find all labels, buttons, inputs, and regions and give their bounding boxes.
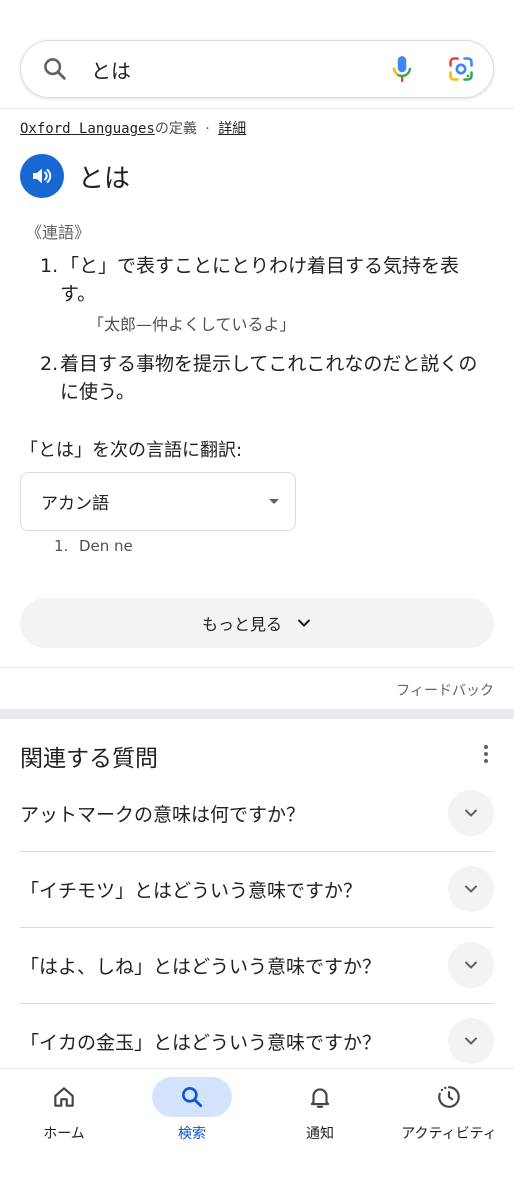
selected-language: アカン語 bbox=[41, 494, 109, 514]
speaker-icon bbox=[33, 168, 52, 184]
search-icon[interactable] bbox=[41, 55, 69, 83]
expand-button[interactable] bbox=[448, 942, 494, 988]
bottom-navigation: ホーム 検索 通知 アクティビティ bbox=[0, 1068, 514, 1200]
related-question[interactable]: アットマークの意味は何ですか？ bbox=[20, 775, 494, 851]
separator-dot: · bbox=[205, 121, 210, 137]
nav-search[interactable]: 検索 bbox=[128, 1077, 256, 1143]
chevron-down-icon bbox=[465, 885, 477, 893]
mic-icon[interactable] bbox=[389, 54, 415, 84]
lens-icon[interactable] bbox=[447, 55, 475, 83]
active-indicator bbox=[152, 1077, 232, 1117]
expand-button[interactable] bbox=[448, 866, 494, 912]
chevron-down-icon bbox=[465, 1037, 477, 1045]
question-text: 「イチモツ」とはどういう意味ですか？ bbox=[20, 879, 363, 902]
bell-icon bbox=[310, 1088, 330, 1108]
chevron-down-icon bbox=[465, 809, 477, 817]
pronunciation-button[interactable] bbox=[20, 154, 64, 198]
nav-home-label: ホーム bbox=[43, 1126, 85, 1142]
search-bar[interactable] bbox=[20, 40, 494, 98]
translation-text: Den ne bbox=[79, 537, 133, 555]
chevron-down-icon bbox=[298, 619, 310, 627]
nav-activity-label: アクティビティ bbox=[401, 1126, 497, 1142]
definition-source: Oxford Languagesの定義 · 詳細 bbox=[20, 118, 246, 138]
section-gap bbox=[0, 709, 514, 719]
expand-button[interactable] bbox=[448, 790, 494, 836]
translation-number: 1. bbox=[54, 537, 69, 555]
dropdown-caret-icon bbox=[269, 499, 279, 504]
related-question[interactable]: 「イチモツ」とはどういう意味ですか？ bbox=[20, 851, 494, 927]
home-icon bbox=[54, 1087, 74, 1107]
language-select[interactable]: アカン語 bbox=[20, 472, 296, 531]
chevron-down-icon bbox=[465, 961, 477, 969]
oxford-languages-link[interactable]: Oxford Languages bbox=[20, 121, 155, 137]
section-divider bbox=[0, 667, 514, 668]
definition-item: 1. 「と」で表すことにとりわけ着目する気持を表す。 bbox=[40, 252, 490, 308]
nav-activity[interactable]: アクティビティ bbox=[384, 1077, 514, 1143]
search-icon bbox=[182, 1087, 203, 1108]
question-text: アットマークの意味は何ですか？ bbox=[20, 803, 306, 826]
definition-text: 「と」で表すことにとりわけ着目する気持を表す。 bbox=[60, 255, 460, 305]
translation-result: 1. Den ne bbox=[54, 537, 133, 555]
definition-item: 2. 着目する事物を提示してこれこれなのだと説くのに使う。 bbox=[40, 350, 490, 406]
activity-icon bbox=[438, 1086, 460, 1108]
details-link[interactable]: 詳細 bbox=[218, 121, 246, 137]
source-suffix: の定義 bbox=[154, 121, 197, 137]
nav-notifications[interactable]: 通知 bbox=[256, 1077, 384, 1143]
question-text: 「イカの金玉」とはどういう意味ですか？ bbox=[20, 1031, 382, 1054]
expand-button[interactable] bbox=[448, 1018, 494, 1064]
header-divider bbox=[0, 108, 514, 109]
related-questions-title: 関連する質問 bbox=[20, 746, 158, 772]
nav-notifications-label: 通知 bbox=[306, 1126, 334, 1142]
definition-text: 着目する事物を提示してこれこれなのだと説くのに使う。 bbox=[60, 353, 478, 403]
feedback-link[interactable]: フィードバック bbox=[396, 680, 494, 700]
definition-list: 1. 「と」で表すことにとりわけ着目する気持を表す。 「太郎—仲よくしているよ」… bbox=[40, 252, 490, 406]
definition-example: 「太郎—仲よくしているよ」 bbox=[88, 315, 296, 334]
nav-home[interactable]: ホーム bbox=[0, 1077, 128, 1143]
nav-search-label: 検索 bbox=[178, 1126, 206, 1142]
definition-number: 2. bbox=[40, 353, 59, 375]
translate-label: 「とは」を次の言語に翻訳: bbox=[20, 440, 243, 461]
more-options-icon[interactable] bbox=[478, 742, 494, 766]
part-of-speech: 《連語》 bbox=[26, 223, 91, 242]
show-more-label: もっと見る bbox=[201, 615, 282, 634]
definition-number: 1. bbox=[40, 255, 59, 277]
question-text: 「はよ、しね」とはどういう意味ですか？ bbox=[20, 955, 382, 978]
headword: とは bbox=[78, 163, 131, 194]
related-question[interactable]: 「はよ、しね」とはどういう意味ですか？ bbox=[20, 927, 494, 1003]
search-area bbox=[20, 40, 494, 98]
show-more-button[interactable]: もっと見る bbox=[20, 598, 494, 648]
search-input[interactable] bbox=[91, 57, 389, 81]
word-header: とは bbox=[20, 154, 130, 198]
